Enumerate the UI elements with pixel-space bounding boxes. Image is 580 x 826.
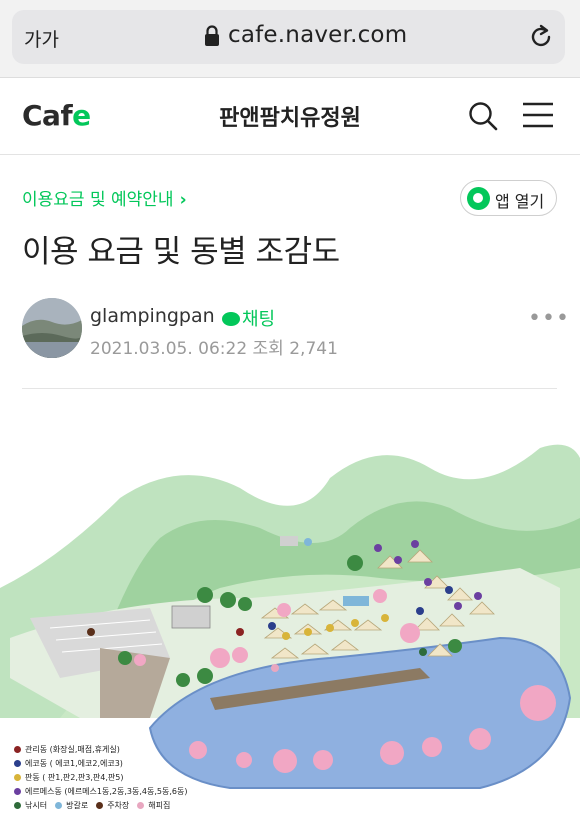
legend-dot bbox=[14, 801, 21, 809]
reload-icon[interactable] bbox=[527, 23, 555, 51]
search-icon[interactable] bbox=[467, 100, 499, 132]
legend-item: 해피집 bbox=[137, 800, 170, 811]
text-size-button[interactable]: 가가 bbox=[24, 25, 59, 52]
avatar-photo bbox=[22, 298, 82, 358]
chat-bubble-icon bbox=[222, 312, 240, 326]
author-name[interactable]: glampingpan bbox=[90, 305, 215, 327]
menu-icon[interactable] bbox=[522, 101, 554, 129]
legend-dot bbox=[137, 801, 145, 809]
legend-label: 에코동 ( 에코1,에코2,에코3) bbox=[25, 758, 123, 768]
legend-dot bbox=[14, 773, 21, 781]
chevron-right-icon: › bbox=[179, 190, 187, 210]
url-text: cafe.naver.com bbox=[228, 22, 408, 48]
legend-label: 에르메스동 (에르메스1동,2동,3동,4동,5동,6동) bbox=[25, 786, 188, 796]
breadcrumb-label: 이용요금 및 예약안내 bbox=[22, 190, 174, 210]
legend-label: 낚시터 bbox=[25, 800, 48, 810]
article-title: 이용 요금 및 동별 조감도 bbox=[22, 234, 340, 270]
chat-label: 채팅 bbox=[242, 309, 276, 330]
divider bbox=[22, 388, 557, 389]
breadcrumb[interactable]: 이용요금 및 예약안내 › bbox=[22, 185, 187, 210]
map-legend: 관리동 (화장실,매점,휴게실) 에코동 ( 에코1,에코2,에코3) 판동 (… bbox=[14, 742, 234, 812]
legend-item: 낚시터 bbox=[14, 800, 47, 811]
post-date: 2021.03.05. 06:22 bbox=[90, 339, 248, 359]
legend-label: 판동 ( 판1,판2,판3,판4,판5) bbox=[25, 772, 124, 782]
legend-item: 방갈로 bbox=[55, 800, 88, 811]
legend-item: 관리동 (화장실,매점,휴게실) bbox=[14, 742, 234, 756]
address-bar[interactable]: 가가 cafe.naver.com bbox=[12, 10, 565, 64]
legend-dot bbox=[14, 745, 21, 753]
view-count: 조회 2,741 bbox=[252, 339, 338, 359]
more-options-icon[interactable]: ••• bbox=[528, 306, 570, 331]
lock-icon bbox=[205, 25, 219, 46]
chat-button[interactable]: 채팅 bbox=[222, 305, 275, 331]
article-meta: 2021.03.05. 06:22 조회 2,741 bbox=[90, 334, 338, 359]
app-open-label: 앱 열기 bbox=[495, 192, 545, 211]
legend-dot bbox=[14, 759, 21, 767]
legend-label: 해피집 bbox=[148, 800, 171, 810]
naver-cafe-app-icon bbox=[467, 187, 490, 210]
legend-row-facilities: 낚시터 방갈로 주차장 해피집 bbox=[14, 798, 234, 812]
legend-item: 에르메스동 (에르메스1동,2동,3동,4동,5동,6동) bbox=[14, 784, 234, 798]
app-open-button[interactable]: 앱 열기 bbox=[460, 180, 557, 216]
legend-dot bbox=[96, 801, 104, 809]
legend-dot bbox=[55, 801, 63, 809]
cafe-header: Cafe 판앤팜치유정원 bbox=[0, 78, 580, 155]
legend-label: 주차장 bbox=[107, 800, 130, 810]
legend-label: 방갈로 bbox=[66, 800, 89, 810]
legend-item: 에코동 ( 에코1,에코2,에코3) bbox=[14, 756, 234, 770]
author-avatar[interactable] bbox=[22, 298, 82, 358]
legend-item: 주차장 bbox=[96, 800, 129, 811]
legend-label: 관리동 (화장실,매점,휴게실) bbox=[25, 744, 120, 754]
legend-item: 판동 ( 판1,판2,판3,판4,판5) bbox=[14, 770, 234, 784]
legend-dot bbox=[14, 787, 21, 795]
browser-toolbar: 가가 cafe.naver.com bbox=[0, 0, 580, 78]
